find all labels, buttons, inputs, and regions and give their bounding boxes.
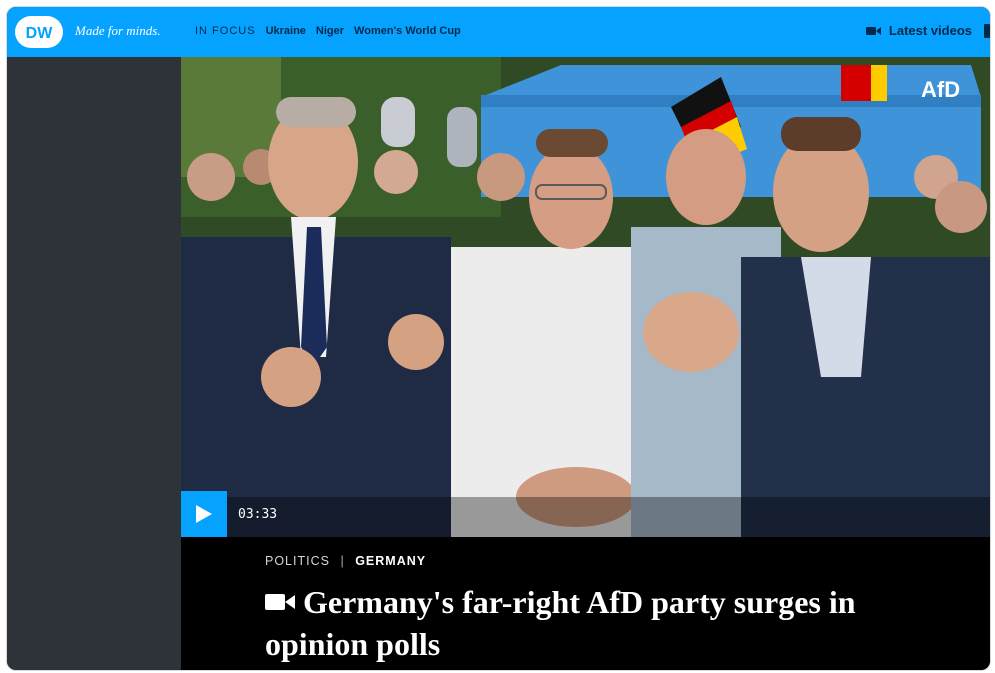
article-headline[interactable]: Germany's far-right AfD party surges in … bbox=[265, 581, 965, 665]
video-duration: 03:33 bbox=[238, 507, 278, 522]
nav-link-womens-world-cup[interactable]: Women's World Cup bbox=[354, 25, 461, 37]
crowd-photo: AfD bbox=[181, 57, 990, 537]
browser-frame: DW Made for minds. IN FOCUS Ukraine Nige… bbox=[6, 6, 991, 671]
top-nav: IN FOCUS Ukraine Niger Women's World Cup bbox=[195, 25, 461, 37]
headline-text: Germany's far-right AfD party surges in … bbox=[265, 584, 856, 662]
nav-link-niger[interactable]: Niger bbox=[316, 25, 344, 37]
latest-videos-label: Latest videos bbox=[888, 23, 972, 38]
svg-text:AfD: AfD bbox=[921, 77, 960, 102]
article-kicker: POLITICS | GERMANY bbox=[265, 554, 426, 568]
site-header: DW Made for minds. IN FOCUS Ukraine Nige… bbox=[7, 7, 990, 57]
video-camera-icon bbox=[865, 26, 881, 35]
play-icon bbox=[196, 505, 212, 523]
article-caption: POLITICS | GERMANY Germany's far-right A… bbox=[181, 537, 990, 670]
kicker-separator: | bbox=[340, 554, 345, 568]
left-rail bbox=[7, 57, 181, 670]
menu-icon[interactable] bbox=[984, 24, 990, 38]
hero-image[interactable]: AfD bbox=[181, 57, 990, 537]
video-camera-icon bbox=[265, 594, 295, 610]
in-focus-label: IN FOCUS bbox=[195, 25, 256, 37]
dw-logo[interactable]: DW bbox=[15, 16, 63, 48]
tagline: Made for minds. bbox=[75, 23, 161, 38]
play-button[interactable] bbox=[181, 491, 227, 537]
nav-link-ukraine[interactable]: Ukraine bbox=[266, 25, 306, 37]
subcategory-label[interactable]: GERMANY bbox=[355, 554, 426, 568]
logo-text: DW bbox=[26, 25, 54, 42]
latest-videos-link[interactable]: Latest videos bbox=[865, 23, 972, 38]
category-label[interactable]: POLITICS bbox=[265, 554, 330, 568]
